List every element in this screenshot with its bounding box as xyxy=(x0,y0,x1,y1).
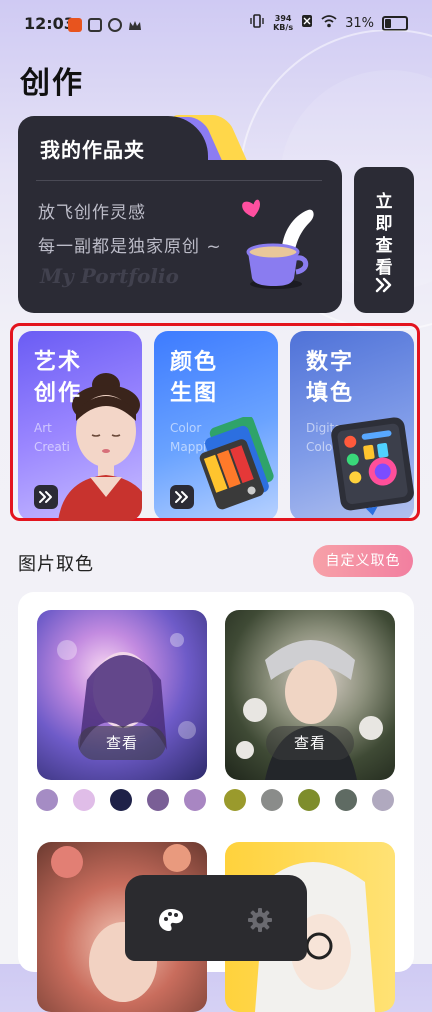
divider xyxy=(36,180,322,181)
category-name: 数字 填色 xyxy=(306,350,355,406)
category-name: 艺术 创作 xyxy=(34,350,83,406)
crown-icon xyxy=(128,18,142,32)
color-swatch[interactable] xyxy=(147,789,169,811)
gallery-image-2[interactable]: 查看 xyxy=(225,610,395,780)
double-chevron-right-icon xyxy=(175,491,188,503)
calendar-icon xyxy=(88,18,102,32)
coffee-cup-illustration xyxy=(242,199,314,289)
color-swatch[interactable] xyxy=(184,789,206,811)
notification-icon xyxy=(68,18,82,32)
color-swatch[interactable] xyxy=(36,789,58,811)
app-icon xyxy=(108,18,122,32)
bottom-navigation xyxy=(125,875,307,961)
category-name: 颜色 生图 xyxy=(170,350,219,406)
wifi-icon xyxy=(321,14,337,32)
color-swatch[interactable] xyxy=(335,789,357,811)
portfolio-slogan-1: 放飞创作灵感 xyxy=(38,203,146,223)
page-title: 创作 xyxy=(20,66,84,101)
color-swatch[interactable] xyxy=(110,789,132,811)
double-chevron-right-icon xyxy=(39,491,52,503)
battery-icon xyxy=(382,15,408,31)
custom-pick-color-button[interactable]: 自定义取色 xyxy=(313,545,413,577)
color-swatch[interactable] xyxy=(298,789,320,811)
view-now-button[interactable]: 立即查看 xyxy=(354,167,414,313)
color-swatch[interactable] xyxy=(224,789,246,811)
portfolio-slogan-2: 每一副都是独家原创 ~ xyxy=(38,237,222,257)
view-button[interactable]: 查看 xyxy=(78,726,166,760)
palette-icon[interactable] xyxy=(158,907,184,933)
double-chevron-right-icon xyxy=(375,277,392,293)
color-swatch[interactable] xyxy=(73,789,95,811)
color-swatch[interactable] xyxy=(372,789,394,811)
portfolio-english-title: My Portfolio xyxy=(40,264,179,288)
portfolio-label: 我的作品夹 xyxy=(40,138,145,162)
battery-percent: 31% xyxy=(345,15,374,31)
settings-gear-icon[interactable] xyxy=(247,907,273,933)
view-now-label: 立即查看 xyxy=(354,191,414,279)
go-button[interactable] xyxy=(34,485,58,509)
section-title: 图片取色 xyxy=(18,554,94,575)
gallery-image-1[interactable]: 查看 xyxy=(37,610,207,780)
paint-palette-illustration xyxy=(331,417,414,516)
net-speed-value: 394 xyxy=(274,14,292,23)
go-button[interactable] xyxy=(170,485,194,509)
color-swatch-illustration xyxy=(199,417,274,510)
view-button[interactable]: 查看 xyxy=(266,726,354,760)
color-swatch[interactable] xyxy=(261,789,283,811)
view-now-text: 立即查看 xyxy=(375,192,393,278)
